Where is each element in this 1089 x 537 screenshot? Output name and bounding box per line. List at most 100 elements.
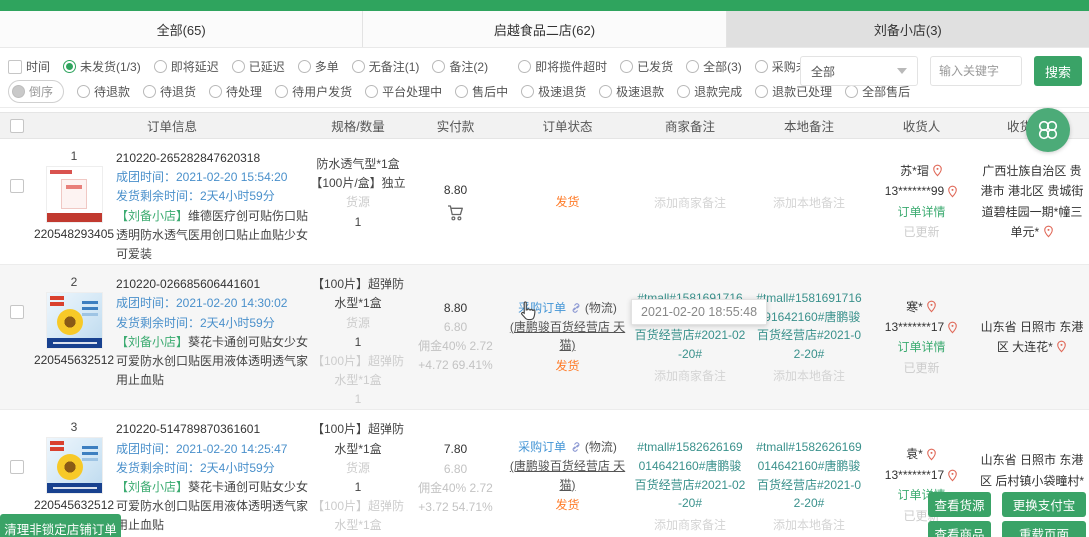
source-label[interactable]: 货源 xyxy=(346,459,370,478)
add-local-note[interactable]: 添加本地备注 xyxy=(773,194,845,213)
quick-menu-button[interactable] xyxy=(1026,108,1070,152)
radio-icon[interactable] xyxy=(298,60,311,73)
radio-icon[interactable] xyxy=(455,85,468,98)
filter-multi-order[interactable]: 多单 xyxy=(298,58,339,75)
map-pin-icon[interactable] xyxy=(947,469,958,482)
filter-fast-return[interactable]: 极速退货 xyxy=(521,83,586,100)
radio-icon[interactable] xyxy=(232,60,245,73)
order-number[interactable]: 210220-026685606441601 xyxy=(116,275,310,294)
radio-icon[interactable] xyxy=(755,85,768,98)
filter-refund-pending[interactable]: 待退款 xyxy=(77,83,130,100)
local-note[interactable]: #tmall#1581691716491642160#唐鹏骏百货经营店#2021… xyxy=(754,289,864,363)
filter-pickup-timeout[interactable]: 即将揽件超时 xyxy=(518,58,607,75)
filter-refund-done[interactable]: 退款完成 xyxy=(677,83,742,100)
radio-icon[interactable] xyxy=(365,85,378,98)
map-pin-icon[interactable] xyxy=(932,164,943,177)
radio-icon[interactable] xyxy=(677,85,690,98)
radio-icon[interactable] xyxy=(63,60,76,73)
view-source-button[interactable]: 查看货源 xyxy=(928,492,991,517)
filter-all-3[interactable]: 全部(3) xyxy=(686,58,742,75)
shop-select[interactable]: 全部 xyxy=(800,56,918,86)
ship-action[interactable]: 发货 xyxy=(555,193,579,212)
map-pin-icon[interactable] xyxy=(1056,340,1067,353)
filter-return-pending[interactable]: 待退货 xyxy=(143,83,196,100)
add-local-note[interactable]: 添加本地备注 xyxy=(773,516,845,535)
radio-icon[interactable] xyxy=(845,85,858,98)
tab-shop-qiyue[interactable]: 启越食品二店(62) xyxy=(363,11,726,47)
filter-fast-refund[interactable]: 极速退款 xyxy=(599,83,664,100)
product-image[interactable] xyxy=(46,292,103,349)
order-detail-link[interactable]: 订单详情 xyxy=(897,202,945,222)
source-label[interactable]: 货源 xyxy=(346,314,370,333)
product-title[interactable]: 【刘备小店】葵花卡通创可贴女少女可爱防水创口贴医用液体透明透气家用止血贴 xyxy=(116,333,310,391)
filter-process-pending[interactable]: 待处理 xyxy=(209,83,262,100)
reload-page-button[interactable]: 重载页面 xyxy=(1002,521,1086,537)
radio-icon[interactable] xyxy=(352,60,365,73)
product-title[interactable]: 【刘备小店】葵花卡通创可贴女少女可爱防水创口贴医用液体透明透气家用止血贴 xyxy=(116,478,310,536)
time-filter-checkbox[interactable]: 时间 xyxy=(8,58,50,75)
add-merchant-note[interactable]: 添加商家备注 xyxy=(654,516,726,535)
map-pin-icon[interactable] xyxy=(926,300,937,313)
add-merchant-note[interactable]: 添加商家备注 xyxy=(654,194,726,213)
add-merchant-note[interactable]: 添加商家备注 xyxy=(654,367,726,386)
row-checkbox[interactable] xyxy=(10,460,24,474)
filter-delayed[interactable]: 已延迟 xyxy=(232,58,285,75)
purchase-order-link[interactable]: 采购订单 xyxy=(518,440,566,454)
tab-all[interactable]: 全部(65) xyxy=(0,11,363,47)
search-button[interactable]: 搜索 xyxy=(1034,56,1082,86)
ship-action[interactable]: 发货 xyxy=(555,357,579,376)
order-number[interactable]: 210220-265282847620318 xyxy=(116,149,310,168)
local-note[interactable]: #tmall#1582626169014642160#唐鹏骏百货经营店#2021… xyxy=(754,438,864,512)
sort-reverse-toggle[interactable]: 倒序 xyxy=(8,80,64,103)
radio-icon[interactable] xyxy=(432,60,445,73)
purchase-order-link[interactable]: 采购订单 xyxy=(518,301,566,315)
radio-icon[interactable] xyxy=(521,85,534,98)
change-alipay-button[interactable]: 更换支付宝 xyxy=(1002,492,1086,517)
logistics-label[interactable]: (物流) xyxy=(585,440,617,454)
product-title[interactable]: 【刘备小店】维德医疗创可贴伤口贴透明防水透气医用创口贴止血贴少女可爱装 xyxy=(116,207,310,265)
filter-no-note[interactable]: 无备注(1) xyxy=(352,58,420,75)
map-pin-icon[interactable] xyxy=(947,185,958,198)
ship-action[interactable]: 发货 xyxy=(555,496,579,515)
merchant-note[interactable]: #tmall#1582626169014642160#唐鹏骏百货经营店#2021… xyxy=(634,438,746,512)
product-image[interactable] xyxy=(46,166,103,223)
tab-shop-liubei[interactable]: 刘备小店(3) xyxy=(727,11,1089,47)
radio-icon[interactable] xyxy=(154,60,167,73)
radio-icon[interactable] xyxy=(686,60,699,73)
filter-aftersale-in[interactable]: 售后中 xyxy=(455,83,508,100)
map-pin-icon[interactable] xyxy=(926,448,937,461)
filter-not-shipped[interactable]: 未发货(1/3) xyxy=(63,58,141,75)
filter-user-ship-pending[interactable]: 待用户发货 xyxy=(275,83,352,100)
radio-icon[interactable] xyxy=(209,85,222,98)
filter-note[interactable]: 备注(2) xyxy=(432,58,488,75)
checkbox-icon[interactable] xyxy=(8,60,22,74)
product-image[interactable] xyxy=(46,437,103,494)
map-pin-icon[interactable] xyxy=(1043,225,1054,238)
row-checkbox[interactable] xyxy=(10,305,24,319)
clean-unlocked-orders-button[interactable]: 清理非锁定店铺订单 xyxy=(0,514,121,537)
radio-icon[interactable] xyxy=(755,60,768,73)
supplier-store-link[interactable]: (唐鹏骏百货经营店 天猫) xyxy=(505,318,630,355)
logistics-label[interactable]: (物流) xyxy=(585,301,617,315)
cart-icon[interactable] xyxy=(446,204,466,222)
supplier-store-link[interactable]: (唐鹏骏百货经营店 天猫) xyxy=(505,457,630,494)
radio-icon[interactable] xyxy=(77,85,90,98)
radio-icon[interactable] xyxy=(12,85,25,98)
add-local-note[interactable]: 添加本地备注 xyxy=(773,367,845,386)
row-checkbox[interactable] xyxy=(10,179,24,193)
filter-platform-processing[interactable]: 平台处理中 xyxy=(365,83,442,100)
view-product-button[interactable]: 查看商品 xyxy=(928,521,991,537)
radio-icon[interactable] xyxy=(518,60,531,73)
radio-icon[interactable] xyxy=(143,85,156,98)
order-detail-link[interactable]: 订单详情 xyxy=(897,337,945,357)
select-all-checkbox[interactable] xyxy=(10,119,24,133)
keyword-input[interactable] xyxy=(930,56,1022,86)
source-label[interactable]: 货源 xyxy=(346,193,370,212)
filter-shipped[interactable]: 已发货 xyxy=(620,58,673,75)
order-number[interactable]: 210220-514789870361601 xyxy=(116,420,310,439)
radio-icon[interactable] xyxy=(620,60,633,73)
map-pin-icon[interactable] xyxy=(947,321,958,334)
filter-soon-delayed[interactable]: 即将延迟 xyxy=(154,58,219,75)
radio-icon[interactable] xyxy=(275,85,288,98)
radio-icon[interactable] xyxy=(599,85,612,98)
